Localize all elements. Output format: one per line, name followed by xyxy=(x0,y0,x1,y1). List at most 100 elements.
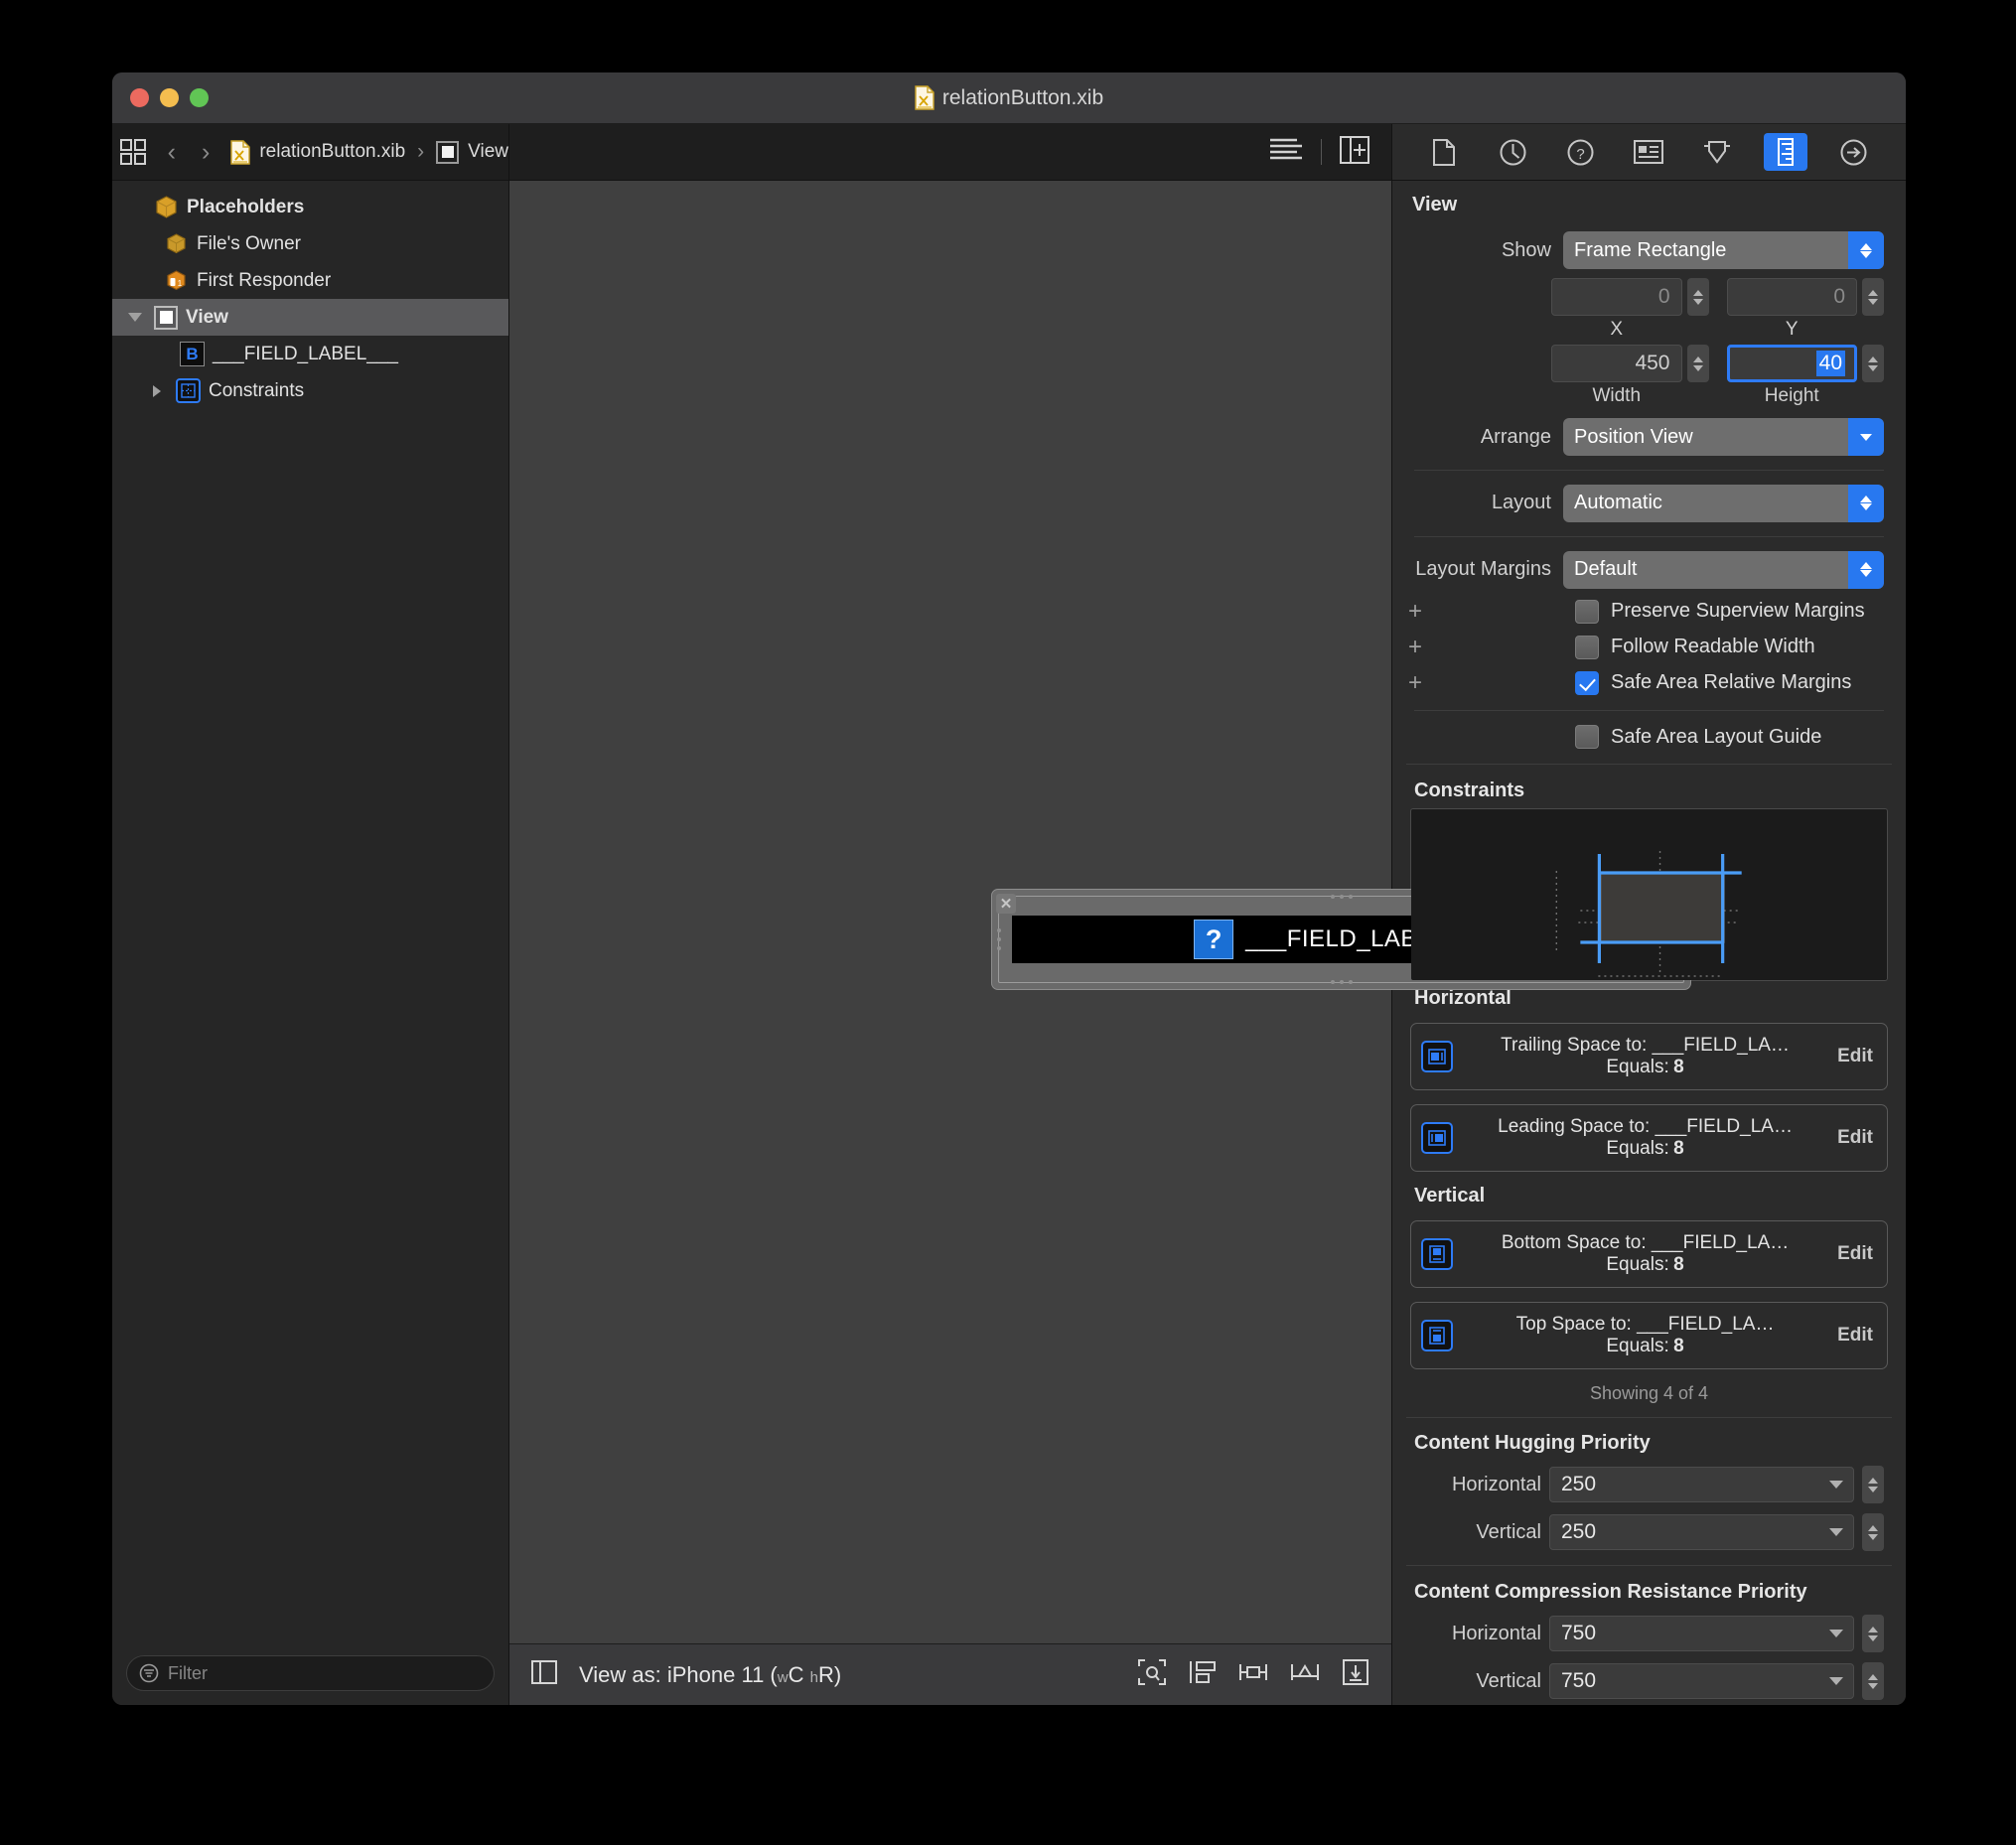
y-stepper[interactable] xyxy=(1862,278,1884,316)
edit-button[interactable]: Edit xyxy=(1837,1243,1873,1265)
resolve-issues-icon[interactable] xyxy=(1342,1658,1369,1691)
safe-area-relative-margins-checkbox[interactable] xyxy=(1575,670,1599,695)
file-inspector-tab[interactable] xyxy=(1422,133,1466,171)
preserve-superview-margins-checkbox[interactable] xyxy=(1575,599,1599,624)
chevron-updown-icon[interactable] xyxy=(1848,484,1884,522)
layout-popup[interactable]: Automatic xyxy=(1563,484,1884,522)
add-variation-icon[interactable]: + xyxy=(1404,669,1426,697)
resize-handle-left[interactable] xyxy=(997,928,1001,950)
tree-item-view[interactable]: View xyxy=(112,299,508,336)
connections-inspector-tab[interactable] xyxy=(1832,133,1876,171)
chevron-down-icon[interactable] xyxy=(1848,418,1884,456)
height-field[interactable]: 40 xyxy=(1726,345,1857,382)
height-stepper[interactable] xyxy=(1862,345,1884,382)
hugging-horizontal-stepper[interactable] xyxy=(1862,1466,1884,1504)
disclosure-triangle[interactable] xyxy=(124,313,146,322)
constraint-row[interactable]: Trailing Space to: ___FIELD_LA… Equals: … xyxy=(1410,1022,1888,1090)
constraint-row[interactable]: Top Space to: ___FIELD_LA… Equals: 8 Edi… xyxy=(1410,1301,1888,1369)
compression-horizontal-stepper[interactable] xyxy=(1862,1615,1884,1653)
zoom-window-button[interactable] xyxy=(190,88,209,107)
checkbox-label: Safe Area Relative Margins xyxy=(1611,671,1852,694)
history-inspector-tab[interactable] xyxy=(1491,133,1534,171)
cube-icon xyxy=(164,231,189,256)
x-stepper[interactable] xyxy=(1686,278,1709,316)
embed-in-icon[interactable] xyxy=(1189,1659,1217,1690)
frame-wh-row: 450 Width 40 Height xyxy=(1392,341,1906,407)
constraints-diagram[interactable] xyxy=(1411,809,1887,980)
width-field[interactable]: 450 xyxy=(1551,345,1682,382)
constraint-row[interactable]: Leading Space to: ___FIELD_LA… Equals: 8… xyxy=(1410,1103,1888,1172)
question-mark-icon: ? xyxy=(1194,920,1234,959)
view-as-w: w xyxy=(777,1668,789,1686)
window-body: Placeholders File's Owner 1 First Respon… xyxy=(112,181,1906,1705)
size-inspector-tab[interactable] xyxy=(1763,133,1807,171)
update-frames-icon[interactable] xyxy=(1137,1658,1167,1691)
tree-item-label: View xyxy=(186,306,228,328)
compression-vertical-value: 750 xyxy=(1561,1669,1597,1693)
chevron-down-icon[interactable] xyxy=(1829,1630,1843,1638)
view-as-suffix: ) xyxy=(833,1661,842,1687)
disclosure-triangle[interactable] xyxy=(146,384,168,397)
safe-area-layout-guide-checkbox[interactable] xyxy=(1575,725,1599,750)
back-chevron-icon[interactable]: ‹ xyxy=(155,139,189,165)
quick-help-inspector-tab[interactable]: ? xyxy=(1559,133,1603,171)
view-as-label[interactable]: View as: iPhone 11 (wC hR) xyxy=(579,1662,841,1688)
x-field[interactable]: 0 xyxy=(1551,278,1682,316)
divider xyxy=(1414,470,1884,471)
align-lines-icon[interactable] xyxy=(1269,137,1303,168)
tree-item-first-responder[interactable]: 1 First Responder xyxy=(112,262,508,299)
breadcrumb-file[interactable]: relationButton.xib xyxy=(259,141,405,163)
breadcrumb-node[interactable]: View xyxy=(468,141,508,163)
edit-button[interactable]: Edit xyxy=(1837,1325,1873,1347)
hugging-vertical-stepper[interactable] xyxy=(1862,1513,1884,1552)
interface-canvas[interactable]: ✕ ? ___FIELD_LABEL___ xyxy=(509,181,1691,1643)
identity-inspector-tab[interactable] xyxy=(1627,133,1670,171)
hugging-vertical-combo[interactable]: 250 xyxy=(1549,1514,1854,1551)
edit-button[interactable]: Edit xyxy=(1837,1127,1873,1149)
attributes-inspector-tab[interactable] xyxy=(1695,133,1739,171)
compression-vertical-label: Vertical xyxy=(1476,1669,1541,1692)
hugging-horizontal-combo[interactable]: 250 xyxy=(1549,1467,1854,1503)
filter-bar: Filter xyxy=(112,1641,508,1705)
add-constraints-icon[interactable] xyxy=(1290,1659,1320,1690)
chevron-updown-icon[interactable] xyxy=(1848,231,1884,269)
library-grid-icon[interactable] xyxy=(112,124,155,180)
y-field[interactable]: 0 xyxy=(1726,278,1857,316)
chevron-updown-icon[interactable] xyxy=(1848,550,1884,589)
resize-handle-bottom[interactable] xyxy=(1330,980,1353,984)
inspector-tab-bar: ? xyxy=(1391,124,1906,180)
compression-vertical-combo[interactable]: 750 xyxy=(1549,1663,1854,1700)
show-popup[interactable]: Frame Rectangle xyxy=(1563,231,1884,269)
breadcrumb: relationButton.xib › View xyxy=(222,139,508,165)
cube-1-icon: 1 xyxy=(164,268,189,293)
align-icon[interactable] xyxy=(1238,1659,1268,1690)
add-variation-icon[interactable]: + xyxy=(1404,634,1426,661)
compression-horizontal-label: Horizontal xyxy=(1451,1622,1541,1644)
resize-handle-top[interactable] xyxy=(1330,895,1353,899)
arrange-popup[interactable]: Position View xyxy=(1563,418,1884,456)
follow-readable-width-checkbox[interactable] xyxy=(1575,635,1599,659)
tree-item-field-label[interactable]: B ___FIELD_LABEL___ xyxy=(112,336,508,372)
close-icon[interactable]: ✕ xyxy=(996,894,1016,914)
chevron-down-icon[interactable] xyxy=(1829,1481,1843,1490)
constraint-row[interactable]: Bottom Space to: ___FIELD_LA… Equals: 8 … xyxy=(1410,1219,1888,1288)
left-panel-icon[interactable] xyxy=(531,1659,557,1690)
assistant-editor-icon[interactable] xyxy=(1340,135,1369,169)
width-stepper[interactable] xyxy=(1686,345,1709,382)
compression-horizontal-combo[interactable]: 750 xyxy=(1549,1616,1854,1652)
layout-margins-popup[interactable]: Default xyxy=(1563,550,1884,589)
tree-item-files-owner[interactable]: File's Owner xyxy=(112,225,508,262)
chevron-down-icon[interactable] xyxy=(1829,1528,1843,1537)
tree-item-placeholders[interactable]: Placeholders xyxy=(112,189,508,225)
minimize-window-button[interactable] xyxy=(160,88,179,107)
edit-button[interactable]: Edit xyxy=(1837,1046,1873,1067)
close-window-button[interactable] xyxy=(130,88,149,107)
filter-input[interactable]: Filter xyxy=(126,1655,495,1691)
add-variation-icon[interactable]: + xyxy=(1404,598,1426,626)
constraints-diagram-box: All This Size Class xyxy=(1410,808,1888,981)
chevron-down-icon[interactable] xyxy=(1829,1677,1843,1686)
forward-chevron-icon[interactable]: › xyxy=(189,139,222,165)
tree-item-constraints[interactable]: Constraints xyxy=(112,372,508,409)
compression-vertical-stepper[interactable] xyxy=(1862,1662,1884,1701)
divider xyxy=(1406,1565,1892,1567)
